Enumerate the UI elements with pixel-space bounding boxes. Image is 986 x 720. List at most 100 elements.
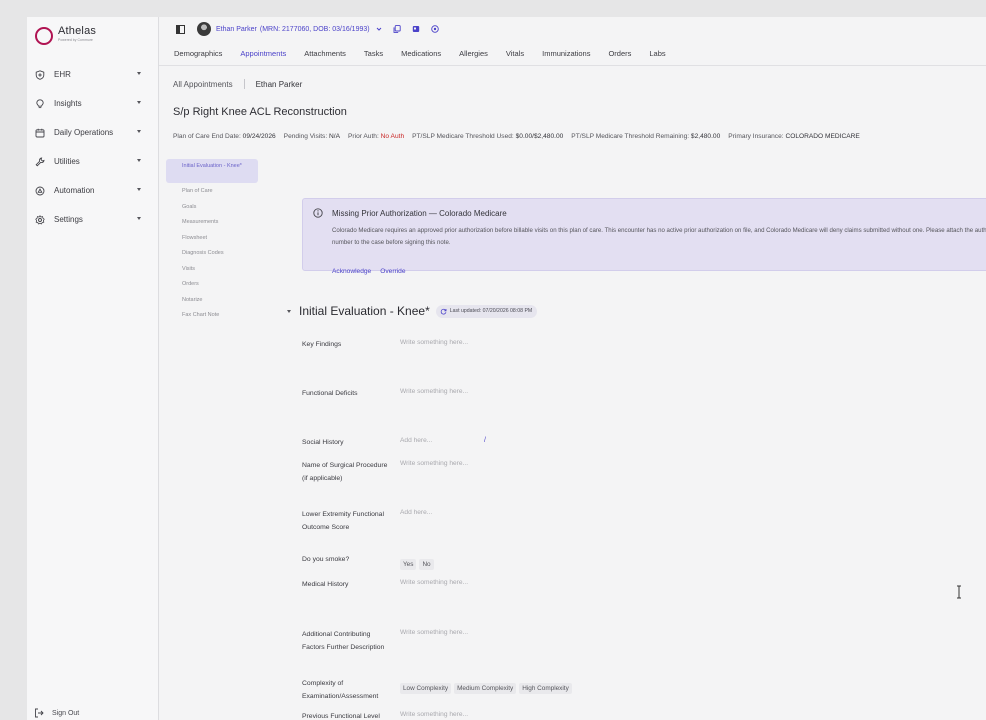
- subnav-item-initial-evaluation-knee[interactable]: Initial Evaluation - Knee*: [166, 159, 258, 183]
- field-input[interactable]: Write something here...: [400, 629, 468, 636]
- sidebar-item-ehr[interactable]: EHR: [27, 60, 159, 89]
- text-cursor-icon: [957, 585, 961, 599]
- option-medium-complexity[interactable]: Medium Complexity: [454, 683, 517, 694]
- field-label: Key Findings: [302, 341, 342, 348]
- meta-value: COLORADO MEDICARE: [785, 133, 860, 140]
- alert-body: Colorado Medicare requires an approved p…: [332, 227, 986, 246]
- sidebar-item-insights[interactable]: Insights: [27, 89, 159, 118]
- tab-allergies[interactable]: Allergies: [459, 44, 488, 66]
- subnav-item-visits[interactable]: Visits: [166, 262, 258, 278]
- plan-of-care-title: S/p Right Knee ACL Reconstruction: [173, 106, 347, 118]
- tab-medications[interactable]: Medications: [401, 44, 441, 66]
- subnav-item-orders[interactable]: Orders: [166, 277, 258, 293]
- gear-icon: [34, 214, 45, 225]
- chevron-down-icon: [137, 72, 141, 75]
- meta-value: No Auth: [380, 133, 405, 140]
- subnav-item-diagnosis-codes[interactable]: Diagnosis Codes: [166, 246, 258, 262]
- sidebar: Athelas Powered by Commure EHR Insights …: [27, 17, 159, 720]
- field-label: Previous Functional Level: [302, 713, 380, 720]
- tab-orders[interactable]: Orders: [608, 44, 631, 66]
- meta-key: Primary Insurance:: [728, 133, 784, 140]
- settings-badge-icon[interactable]: [430, 25, 439, 33]
- option-high-complexity[interactable]: High Complexity: [519, 683, 572, 694]
- tab-labs[interactable]: Labs: [649, 44, 665, 66]
- sign-out-label: Sign Out: [52, 709, 80, 717]
- tab-tasks[interactable]: Tasks: [364, 44, 383, 66]
- tab-vitals[interactable]: Vitals: [506, 44, 524, 66]
- field-input[interactable]: Write something here...: [400, 388, 468, 395]
- tab-attachments[interactable]: Attachments: [304, 44, 346, 66]
- field-input[interactable]: Add here...: [400, 437, 432, 444]
- subnav-item-measurements[interactable]: Measurements: [166, 215, 258, 231]
- note-section-nav: Initial Evaluation - Knee* Plan of Care Go…: [166, 159, 258, 324]
- meta-value: $2,480.00: [690, 133, 721, 140]
- copy-icon[interactable]: [393, 25, 401, 33]
- sidebar-item-settings[interactable]: Settings: [27, 205, 159, 234]
- field-label: Complexity of Examination/Assessment: [302, 680, 379, 700]
- main-content: Ethan Parker (MRN: 2177060, DOB: 03/16/1…: [159, 17, 986, 720]
- override-button[interactable]: Override: [380, 268, 405, 275]
- field-input[interactable]: Write something here...: [400, 339, 468, 346]
- patient-bar: Ethan Parker (MRN: 2177060, DOB: 03/16/1…: [176, 22, 439, 36]
- breadcrumb-current: Ethan Parker: [255, 79, 303, 89]
- breadcrumb: All Appointments Ethan Parker: [173, 79, 302, 89]
- alert-actions: Acknowledge Override: [332, 268, 415, 275]
- field-label: Social History: [302, 439, 344, 446]
- shield-plus-icon: [34, 69, 45, 80]
- alert-title: Missing Prior Authorization — Colorado M…: [332, 209, 507, 218]
- breadcrumb-separator: [243, 79, 245, 89]
- collapse-caret-icon[interactable]: [287, 309, 291, 313]
- tab-immunizations[interactable]: Immunizations: [542, 44, 590, 66]
- subnav-item-flowsheet[interactable]: Flowsheet: [166, 231, 258, 247]
- sidebar-item-utilities[interactable]: Utilities: [27, 147, 159, 176]
- chevron-down-icon[interactable]: [376, 26, 382, 32]
- field-input[interactable]: Write something here...: [400, 579, 468, 586]
- brand-tagline: Powered by Commure: [58, 38, 93, 42]
- subnav-item-notarize[interactable]: Notarize: [166, 293, 258, 309]
- subnav-item-plan-of-care[interactable]: Plan of Care: [166, 184, 258, 200]
- sign-out-button[interactable]: Sign Out: [34, 708, 79, 718]
- field-label: Functional Deficits: [302, 390, 358, 397]
- tab-demographics[interactable]: Demographics: [174, 44, 222, 66]
- sidebar-nav: EHR Insights Daily Operations Utilities: [27, 60, 159, 234]
- sidebar-item-daily-operations[interactable]: Daily Operations: [27, 118, 159, 147]
- option-group: Yes No: [400, 553, 437, 571]
- tab-appointments[interactable]: Appointments: [240, 44, 286, 66]
- sidebar-item-automation[interactable]: Automation: [27, 176, 159, 205]
- sidebar-item-label: Utilities: [54, 157, 80, 166]
- option-low-complexity[interactable]: Low Complexity: [400, 683, 452, 694]
- chevron-down-icon: [137, 217, 141, 220]
- meta-value: 09/24/2026: [242, 133, 276, 140]
- option-yes[interactable]: Yes: [400, 559, 417, 570]
- breadcrumb-all-appointments[interactable]: All Appointments: [173, 80, 233, 89]
- tabs-divider: [159, 65, 986, 66]
- meta-key: PT/SLP Medicare Threshold Remaining:: [571, 133, 690, 140]
- field-complexity-of-examination-assessment: Complexity of Examination/Assessment Low …: [302, 678, 572, 703]
- sidebar-item-label: EHR: [54, 70, 71, 79]
- field-medical-history: Medical History Write something here...: [302, 579, 468, 592]
- logo-ring-icon: [35, 27, 53, 45]
- prior-auth-alert: Missing Prior Authorization — Colorado M…: [302, 198, 986, 275]
- sidebar-item-label: Insights: [54, 99, 82, 108]
- field-lower-extremity-functional-outcome-score: Lower Extremity Functional Outcome Score…: [302, 509, 432, 534]
- sidebar-item-label: Settings: [54, 215, 83, 224]
- chevron-down-icon: [137, 188, 141, 191]
- field-input[interactable]: Add here...: [400, 509, 432, 516]
- last-updated-badge: Last updated: 07/20/2026 08:08 PM: [435, 304, 538, 318]
- meta-value: N/A: [329, 133, 341, 140]
- calendar-icon: [34, 127, 45, 138]
- panel-toggle-icon[interactable]: [176, 24, 185, 34]
- subnav-item-fax-chart-note[interactable]: Fax Chart Note: [166, 308, 258, 324]
- patient-name[interactable]: Ethan Parker: [216, 26, 257, 33]
- section-title: Initial Evaluation - Knee*: [299, 304, 430, 318]
- acknowledge-button[interactable]: Acknowledge: [332, 268, 371, 275]
- subnav-item-goals[interactable]: Goals: [166, 200, 258, 216]
- id-card-icon[interactable]: [412, 25, 420, 33]
- field-input[interactable]: Write something here...: [400, 711, 468, 718]
- option-no[interactable]: No: [419, 559, 434, 570]
- athelas-logo[interactable]: Athelas Powered by Commure: [35, 25, 96, 45]
- wrench-icon: [34, 156, 45, 167]
- field-input[interactable]: Write something here...: [400, 460, 468, 467]
- last-updated-text: Last updated: 07/20/2026 08:08 PM: [449, 308, 533, 314]
- field-key-findings: Key Findings Write something here...: [302, 339, 468, 352]
